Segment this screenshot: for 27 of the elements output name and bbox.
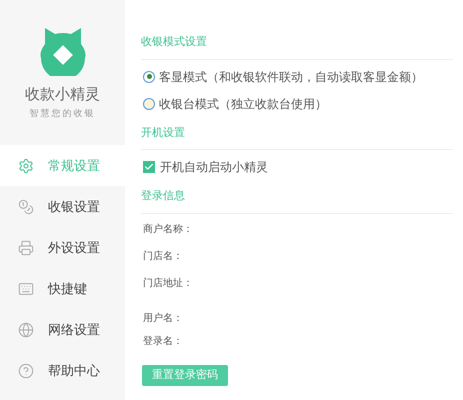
keyboard-icon [18, 280, 34, 296]
sidebar-item[interactable]: 帮助中心 [0, 350, 125, 391]
radio-button[interactable] [143, 70, 155, 82]
sidebar-item[interactable]: 外设设置 [0, 227, 125, 268]
radio-button[interactable] [143, 98, 155, 110]
help-icon [18, 362, 34, 378]
sidebar-item[interactable]: 快捷键 [0, 268, 125, 309]
field-label: 门店地址： [143, 276, 194, 290]
radio-label: 客显模式（和收银软件联动，自动读取客显金额） [159, 68, 423, 86]
section-title: 登录信息 [141, 190, 185, 202]
sidebar-item[interactable]: 网络设置 [0, 309, 125, 350]
field-label: 商户名称： [143, 222, 194, 236]
app-tagline: 智慧您的收银 [30, 106, 96, 120]
field-label: 门店名： [143, 250, 184, 264]
coins-icon [18, 198, 34, 214]
section-title: 收银模式设置 [141, 36, 207, 48]
checkbox-label: 开机自动启动小精灵 [160, 159, 268, 176]
radio-label: 收银台模式（独立收款台使用） [159, 96, 327, 112]
printer-icon [18, 240, 34, 256]
app-name: 收款小精灵 [25, 85, 100, 105]
field-label: 用户名： [143, 312, 184, 326]
section-title: 开机设置 [141, 126, 185, 138]
sidebar-item[interactable]: 收银设置 [0, 186, 125, 227]
gear-icon [18, 158, 34, 174]
field-label: 登录名： [143, 334, 184, 348]
checkbox[interactable] [143, 161, 155, 173]
globe-icon [18, 322, 34, 338]
